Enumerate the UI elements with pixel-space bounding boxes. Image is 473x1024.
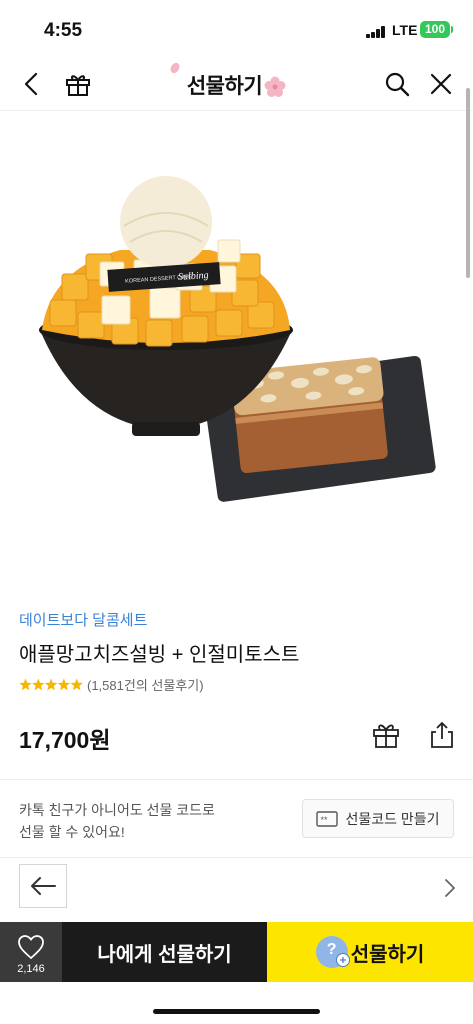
arrow-left-icon: [31, 877, 56, 895]
wishlist-button[interactable]: 2,146: [0, 922, 62, 982]
signal-icon: [366, 26, 386, 38]
like-count: 2,146: [17, 963, 45, 975]
heart-icon: [18, 935, 44, 960]
gift-help-icon: ?: [315, 936, 350, 968]
network-label: LTE: [392, 22, 418, 38]
svg-text:Sulbing: Sulbing: [178, 270, 209, 283]
section-divider: [0, 779, 473, 780]
prev-button[interactable]: [19, 864, 67, 908]
gift-to-self-button[interactable]: 나에게 선물하기: [62, 922, 267, 982]
create-gift-code-button[interactable]: ** 선물코드 만들기: [302, 799, 454, 838]
home-indicator[interactable]: [153, 1009, 320, 1014]
top-nav-bar: 선물하기: [0, 58, 473, 111]
battery-tip: [451, 26, 453, 33]
ticket-icon: **: [316, 810, 339, 827]
flower-icon: [264, 76, 286, 98]
gift-code-line1: 카톡 친구가 아니어도 선물 코드로: [19, 802, 215, 818]
gift-code-description: 카톡 친구가 아니어도 선물 코드로 선물 할 수 있어요!: [19, 799, 215, 843]
status-time: 4:55: [44, 20, 83, 41]
review-count: (1,581건의 선물후기): [87, 678, 204, 693]
rating-row[interactable]: (1,581건의 선물후기): [19, 675, 204, 693]
rating-stars-icon: [19, 678, 83, 690]
send-gift-label: 선물하기: [350, 943, 425, 966]
product-category[interactable]: 데이트보다 달콤세트: [19, 609, 147, 630]
status-bar: 4:55 LTE 100: [0, 0, 473, 58]
product-name: 애플망고치즈설빙 + 인절미토스트: [19, 644, 300, 666]
battery-icon: 100: [420, 21, 450, 38]
chevron-right-icon[interactable]: [440, 876, 460, 900]
product-image: KOREAN DESSERT CAFE Sulbing: [39, 176, 436, 502]
bottom-action-bar: 2,146 나에게 선물하기 ? 선물하기: [0, 922, 473, 982]
section-divider-2: [0, 857, 473, 858]
gift-icon[interactable]: [371, 720, 401, 750]
send-gift-button[interactable]: ? 선물하기: [267, 922, 473, 982]
svg-text:**: **: [321, 815, 329, 825]
gift-code-line2: 선물 할 수 있어요!: [19, 824, 125, 840]
gift-to-self-label: 나에게 선물하기: [97, 943, 232, 966]
page-title-text: 선물하기: [186, 75, 263, 98]
search-icon[interactable]: [383, 70, 411, 98]
create-gift-code-label: 선물코드 만들기: [345, 810, 440, 827]
close-icon[interactable]: [427, 70, 455, 98]
plus-icon: [335, 953, 350, 967]
share-icon[interactable]: [427, 720, 457, 750]
product-price: 17,700원: [19, 727, 111, 753]
